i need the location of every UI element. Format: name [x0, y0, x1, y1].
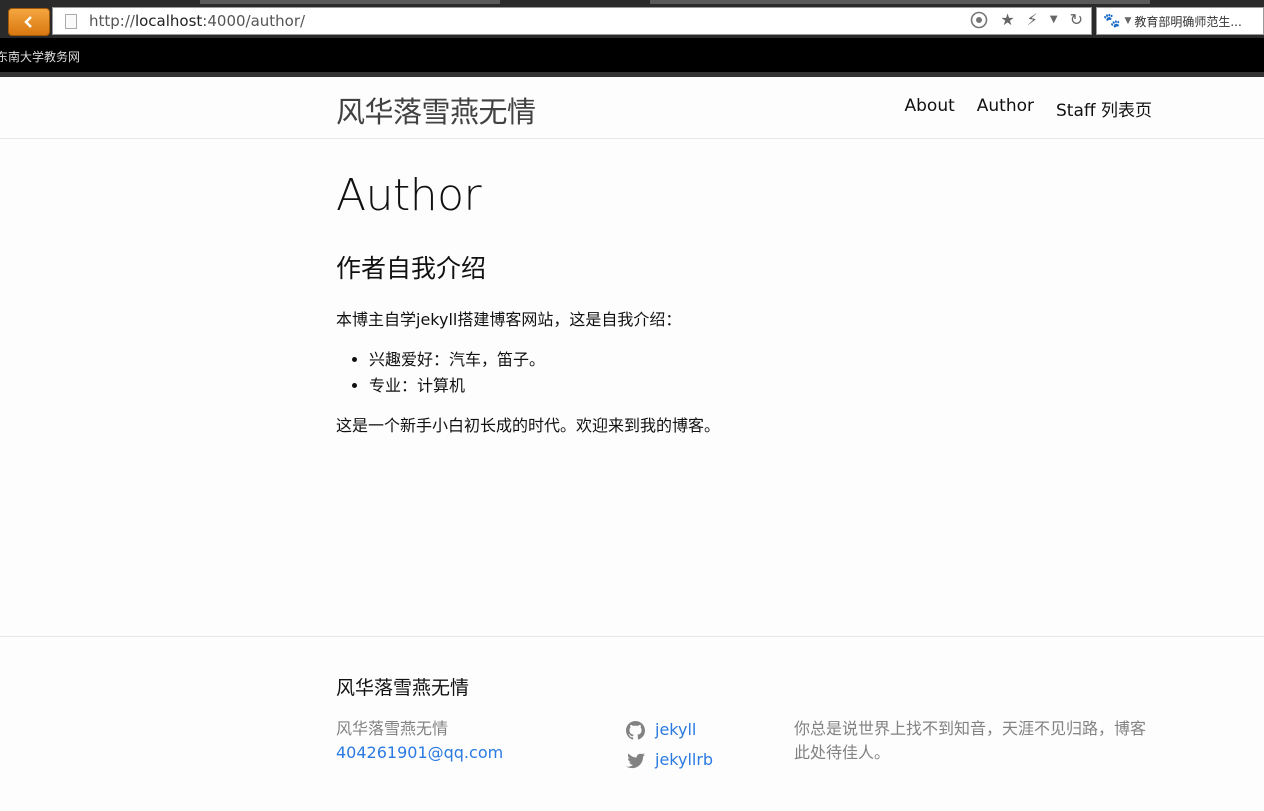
post-content: Author 作者自我介绍 本博主自学jekyll搭建博客网站，这是自我介绍： … — [336, 170, 1156, 439]
url-path: :4000/author/ — [202, 12, 306, 30]
github-icon — [626, 720, 645, 740]
address-bar[interactable]: http://localhost:4000/author/ ★ ⚡ ▼ ↻ — [52, 7, 1092, 35]
url-text[interactable]: http://localhost:4000/author/ — [89, 12, 305, 30]
intro-list: 兴趣爱好：汽车，笛子。 专业：计算机 — [336, 347, 1156, 399]
site-header: 风华落雪燕无情 About Author Staff 列表页 — [0, 77, 1264, 139]
url-host: localhost — [134, 12, 203, 30]
footer-email-link[interactable]: 404261901@qq.com — [336, 743, 503, 762]
nav-about[interactable]: About — [905, 96, 955, 121]
compat-mode-icon[interactable] — [970, 11, 988, 29]
twitter-icon — [626, 752, 645, 768]
footer-social: jekyll jekyllrb — [626, 715, 713, 775]
tab-strip — [200, 0, 500, 4]
site-title[interactable]: 风华落雪燕无情 — [336, 89, 536, 131]
address-bar-icons: ★ ⚡ ▼ ↻ — [970, 10, 1083, 29]
twitter-link[interactable]: jekyllrb — [655, 745, 713, 775]
site-footer: 风华落雪燕无情 风华落雪燕无情 404261901@qq.com jekyll … — [0, 636, 1264, 811]
nav-author[interactable]: Author — [977, 96, 1034, 121]
intro-paragraph: 本博主自学jekyll搭建博客网站，这是自我介绍： — [336, 310, 682, 329]
footer-description: 你总是说世界上找不到知音，天涯不见归路，博客此处待佳人。 — [794, 719, 1147, 762]
bookmark-item[interactable]: 东南大学教务网 — [0, 48, 80, 65]
back-button[interactable] — [8, 8, 50, 36]
back-arrow-icon — [24, 16, 32, 28]
list-item: 兴趣爱好：汽车，笛子。 — [369, 347, 1156, 373]
browser-toolbar: http://localhost:4000/author/ ★ ⚡ ▼ ↻ 🐾 … — [0, 0, 1264, 38]
github-link[interactable]: jekyll — [655, 715, 696, 745]
footer-heading: 风华落雪燕无情 — [336, 677, 470, 699]
star-icon[interactable]: ★ — [1000, 10, 1014, 29]
refresh-icon[interactable]: ↻ — [1070, 10, 1083, 29]
search-text: 教育部明确师范生... — [1134, 14, 1242, 29]
page-title: Author — [336, 170, 482, 221]
site-nav: About Author Staff 列表页 — [905, 96, 1153, 121]
baidu-paw-icon[interactable]: 🐾 — [1103, 13, 1120, 29]
url-prefix: http:// — [89, 12, 135, 30]
twitter-row: jekyllrb — [626, 745, 713, 775]
tab-strip-right — [650, 0, 1150, 4]
closing-paragraph: 这是一个新手小白初长成的时代。欢迎来到我的博客。 — [336, 416, 721, 435]
list-item: 专业：计算机 — [369, 373, 1156, 399]
section-heading: 作者自我介绍 — [336, 254, 487, 283]
github-row: jekyll — [626, 715, 713, 745]
search-box[interactable]: 🐾 ▼ 教育部明确师范生... — [1096, 7, 1264, 35]
nav-staff[interactable]: Staff 列表页 — [1056, 96, 1152, 121]
lightning-icon[interactable]: ⚡ — [1027, 10, 1038, 29]
chevron-down-icon[interactable]: ▼ — [1124, 16, 1131, 26]
footer-contact: 风华落雪燕无情 404261901@qq.com — [336, 717, 503, 765]
page-icon — [65, 13, 77, 29]
chevron-down-icon[interactable]: ▼ — [1050, 14, 1058, 25]
footer-name: 风华落雪燕无情 — [336, 719, 449, 738]
bookmark-bar: 东南大学教务网 — [0, 38, 1264, 72]
